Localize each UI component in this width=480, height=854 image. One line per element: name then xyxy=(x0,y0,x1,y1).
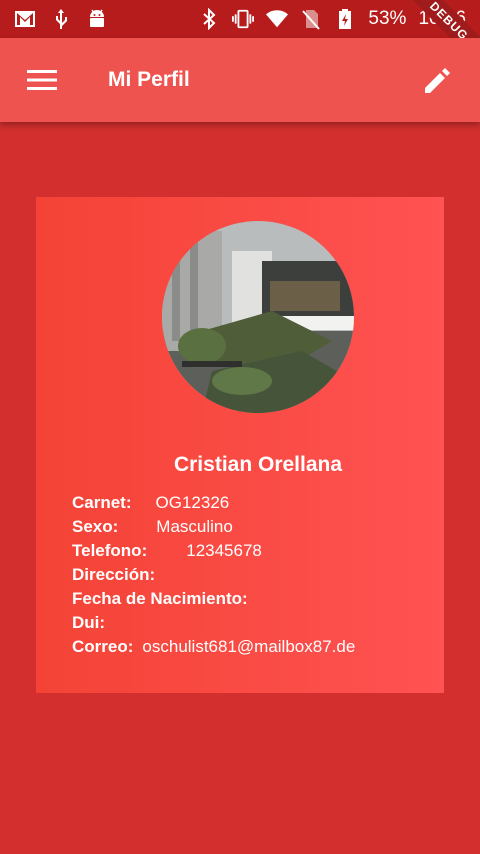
correo-label: Correo: xyxy=(72,637,134,656)
edit-icon xyxy=(425,68,450,93)
page-title: Mi Perfil xyxy=(108,68,190,91)
carnet-value: OG12326 xyxy=(155,493,230,512)
correo-value: oschulist681@mailbox87.de xyxy=(142,637,356,656)
direccion-label: Dirección: xyxy=(72,565,156,584)
sexo-value: Masculino xyxy=(156,517,233,536)
profile-name: Cristian Orellana xyxy=(173,453,343,476)
vibrate-icon xyxy=(232,8,255,30)
dui-row: Dui: xyxy=(72,611,355,635)
battery-charging-icon xyxy=(334,8,356,30)
battery-percent: 53% xyxy=(368,8,407,29)
profile-card: Cristian Orellana Carnet: OG12326 Sexo: … xyxy=(36,197,444,693)
dui-label: Dui: xyxy=(72,613,106,632)
usb-icon xyxy=(50,8,72,30)
fecha-nacimiento-label: Fecha de Nacimiento: xyxy=(72,589,248,608)
carnet-label: Carnet: xyxy=(72,493,132,512)
sexo-row: Sexo: Masculino xyxy=(72,515,355,539)
telefono-label: Telefono: xyxy=(72,541,148,560)
status-left-icons xyxy=(14,8,108,30)
sexo-label: Sexo: xyxy=(72,517,119,536)
menu-icon xyxy=(27,70,57,90)
status-bar: 53% 10:46 DEBUG xyxy=(0,0,480,75)
bluetooth-icon xyxy=(198,8,220,30)
profile-photo xyxy=(162,221,354,413)
edit-button[interactable] xyxy=(396,38,480,122)
carnet-row: Carnet: OG12326 xyxy=(72,491,355,515)
gmail-icon xyxy=(14,8,36,30)
profile-info-list: Carnet: OG12326 Sexo: Masculino Telefono… xyxy=(72,491,355,659)
direccion-row: Dirección: xyxy=(72,563,355,587)
correo-row: Correo: oschulist681@mailbox87.de xyxy=(72,635,355,659)
telefono-row: Telefono: 12345678 xyxy=(72,539,355,563)
no-sim-icon xyxy=(300,8,322,30)
telefono-value: 12345678 xyxy=(186,541,262,560)
fecha-nacimiento-row: Fecha de Nacimiento: xyxy=(72,587,355,611)
wifi-icon xyxy=(266,8,289,30)
android-icon xyxy=(86,8,108,30)
menu-button[interactable] xyxy=(0,38,84,122)
app-bar: Mi Perfil xyxy=(0,38,480,122)
